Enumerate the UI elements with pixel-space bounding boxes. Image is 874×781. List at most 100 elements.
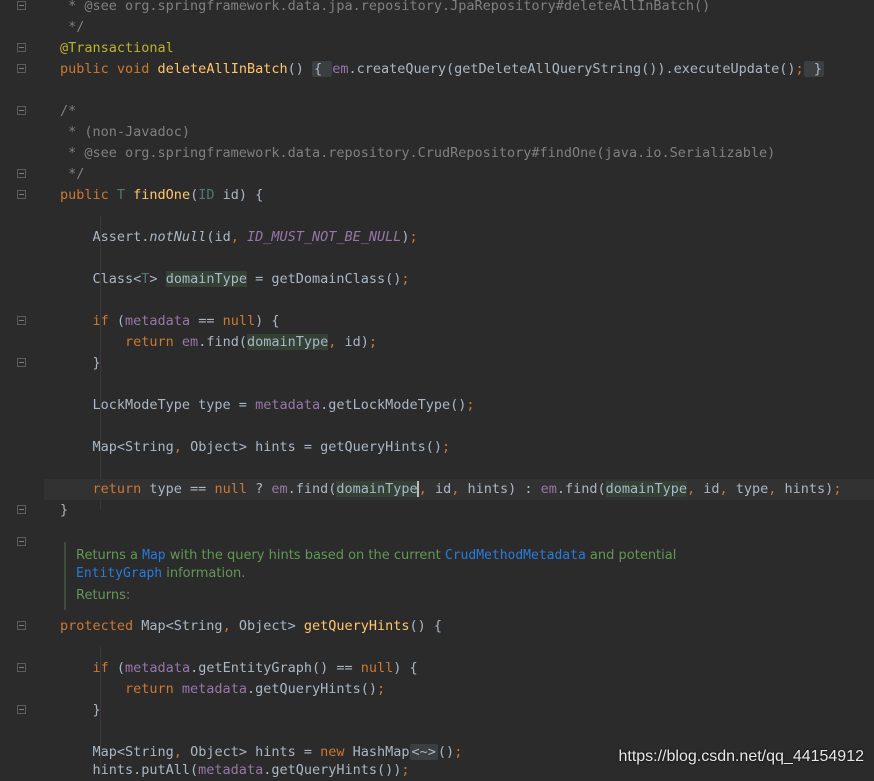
code-token: ( (116, 313, 126, 329)
code-token: .getLockModeType() (320, 397, 467, 413)
code-line[interactable]: Assert.notNull(id, ID_MUST_NOT_BE_NULL); (44, 227, 874, 248)
code-text: public T findOne(ID id) { (60, 185, 263, 206)
fold-toggle-icon[interactable] (17, 106, 26, 115)
javadoc-link-entitygraph[interactable]: EntityGraph (76, 566, 162, 581)
fold-toggle-icon[interactable] (17, 169, 26, 178)
code-line[interactable]: } (44, 500, 874, 521)
code-text: Class<T> domainType = getDomainClass(); (60, 269, 410, 290)
fold-toggle-icon[interactable] (17, 505, 26, 514)
code-line[interactable]: protected Map<String, Object> getQueryHi… (44, 616, 874, 637)
code-token: .getEntityGraph() == (190, 660, 361, 676)
code-token: id) { (214, 187, 264, 203)
code-line[interactable]: /* (44, 101, 874, 122)
code-token: Class< (60, 271, 142, 287)
folded-region[interactable]: { (311, 61, 333, 77)
code-token: ; (409, 229, 418, 245)
fold-toggle-icon[interactable] (17, 537, 26, 546)
code-token: , (222, 618, 239, 634)
code-line[interactable]: * (non-Javadoc) (44, 122, 874, 143)
code-line[interactable]: */ (44, 17, 874, 38)
code-token: ; (442, 439, 451, 455)
code-line[interactable]: } (44, 700, 874, 721)
code-token: ? (255, 481, 272, 497)
code-line[interactable]: public void deleteAllInBatch() { em.crea… (44, 59, 874, 80)
code-text: /* (60, 101, 76, 122)
code-token: , (686, 481, 704, 497)
code-line[interactable]: return metadata.getQueryHints(); (44, 679, 874, 700)
code-text: Map<String, Object> hints = getQueryHint… (60, 437, 451, 458)
code-text: return em.find(domainType, id); (60, 332, 377, 353)
fold-toggle-icon[interactable] (17, 316, 26, 325)
code-token: * @see org.springframework.data.reposito… (60, 145, 776, 161)
code-token: em (540, 481, 557, 497)
fold-toggle-icon[interactable] (17, 621, 26, 630)
folded-region[interactable]: } (803, 61, 824, 77)
code-line[interactable]: @Transactional (44, 38, 874, 59)
code-token: HashMap (352, 744, 410, 760)
code-token: } (60, 355, 101, 371)
code-text: hints.putAll(metadata.getQueryHints()); (60, 760, 410, 781)
code-token: domainType (165, 271, 247, 287)
code-token: domainType (605, 481, 687, 497)
code-token: return (60, 481, 150, 497)
javadoc-link-crudmethodmetadata[interactable]: CrudMethodMetadata (445, 548, 586, 563)
code-line-current[interactable]: return type == null ? em.find(domainType… (44, 479, 874, 500)
code-token: ( (190, 187, 199, 203)
code-token: ; (368, 334, 378, 350)
rendered-javadoc: Returns a Map with the query hints based… (64, 542, 846, 610)
code-line[interactable]: LockModeType type = metadata.getLockMode… (44, 395, 874, 416)
fold-toggle-icon[interactable] (17, 190, 26, 199)
code-line[interactable]: } (44, 353, 874, 374)
code-token: .find( (556, 481, 606, 497)
fold-toggle-icon[interactable] (17, 43, 26, 52)
code-line[interactable]: */ (44, 164, 874, 185)
code-token: () { (409, 618, 443, 634)
fold-toggle-icon[interactable] (17, 64, 26, 73)
code-text: } (60, 500, 68, 521)
code-token: getQueryHints (303, 618, 410, 634)
code-token: ; (377, 681, 386, 697)
code-token: () (437, 744, 455, 760)
code-token: ; (833, 481, 842, 497)
javadoc-text: information. (162, 566, 246, 581)
code-line[interactable]: * @see org.springframework.data.jpa.repo… (44, 0, 874, 17)
fold-toggle-icon[interactable] (17, 1, 26, 10)
code-line[interactable]: return em.find(domainType, id); (44, 332, 874, 353)
code-line[interactable]: if (metadata.getEntityGraph() == null) { (44, 658, 874, 679)
javadoc-text: and potential (585, 548, 677, 563)
editor-gutter (0, 0, 44, 774)
code-editor[interactable]: Returns a Map with the query hints based… (44, 0, 874, 778)
code-line[interactable]: public T findOne(ID id) { (44, 185, 874, 206)
javadoc-link-map[interactable]: Map (142, 548, 165, 563)
code-token: /* (60, 103, 77, 119)
code-line[interactable]: if (metadata == null) { (44, 311, 874, 332)
code-line[interactable]: * @see org.springframework.data.reposito… (44, 143, 874, 164)
fold-toggle-icon[interactable] (17, 358, 26, 367)
code-text: if (metadata.getEntityGraph() == null) { (60, 658, 418, 679)
code-text: return metadata.getQueryHints(); (60, 679, 385, 700)
code-token: metadata (255, 397, 321, 413)
code-token: * (non-Javadoc) (60, 124, 191, 140)
code-token: domainType (336, 481, 418, 497)
code-line[interactable]: Map<String, Object> hints = getQueryHint… (44, 437, 874, 458)
code-text: LockModeType type = metadata.getLockMode… (60, 395, 475, 416)
code-token: findOne (133, 187, 191, 203)
code-token: (id (206, 229, 231, 245)
code-token: Map<String (60, 744, 174, 760)
code-token: ) { (393, 660, 418, 676)
code-token: em (332, 61, 349, 77)
code-token: } (60, 502, 69, 518)
javadoc-line: EntityGraph information. (76, 566, 245, 581)
folded-region[interactable]: <~> (409, 744, 438, 760)
code-token: new (320, 744, 353, 760)
code-text: */ (60, 17, 84, 38)
code-token: ID (198, 187, 215, 203)
code-line[interactable]: Class<T> domainType = getDomainClass(); (44, 269, 874, 290)
fold-toggle-icon[interactable] (17, 663, 26, 672)
code-token: id (434, 481, 452, 497)
fold-toggle-icon[interactable] (17, 705, 26, 714)
code-token: domainType (246, 334, 329, 350)
javadoc-returns-label: Returns: (76, 588, 131, 603)
code-token: () (287, 61, 312, 77)
code-token: */ (60, 166, 85, 182)
